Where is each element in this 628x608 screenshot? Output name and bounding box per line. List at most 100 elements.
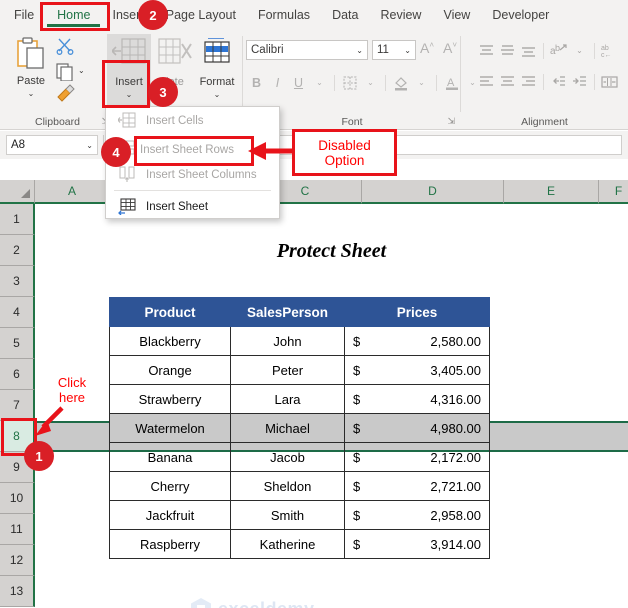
increase-indent-button[interactable]	[569, 72, 590, 92]
cell-price[interactable]: $ 3,405.00	[344, 355, 490, 385]
paste-button[interactable]: Paste ⌄	[8, 35, 54, 107]
align-bottom-button[interactable]	[518, 41, 539, 61]
orientation-chevron-down-icon[interactable]: ⌄	[569, 40, 590, 61]
align-top-button[interactable]	[476, 41, 497, 61]
cell-product[interactable]: Banana	[109, 442, 231, 472]
align-middle-button[interactable]	[497, 41, 518, 61]
cell-salesperson[interactable]: Katherine	[230, 529, 345, 559]
cell-salesperson[interactable]: Michael	[230, 413, 345, 443]
increase-font-size-button[interactable]: A˄	[420, 40, 434, 56]
cell-salesperson[interactable]: Sheldon	[230, 471, 345, 501]
cell-salesperson[interactable]: Smith	[230, 500, 345, 530]
scissors-icon[interactable]	[56, 37, 74, 55]
cell-salesperson[interactable]: John	[230, 326, 345, 356]
row-header-2[interactable]: 2	[0, 235, 35, 266]
tab-data[interactable]: Data	[321, 0, 369, 30]
tab-developer[interactable]: Developer	[481, 0, 560, 30]
tab-formulas[interactable]: Formulas	[247, 0, 321, 30]
divider	[436, 74, 437, 91]
badge-number: 2	[149, 7, 157, 23]
table-row-selected[interactable]: Watermelon Michael $ 4,980.00	[109, 413, 490, 443]
bold-button[interactable]: B	[246, 72, 267, 93]
cell-product[interactable]: Raspberry	[109, 529, 231, 559]
row-header-4[interactable]: 4	[0, 297, 35, 328]
table-row[interactable]: Raspberry Katherine $ 3,914.00	[109, 529, 490, 559]
table-row[interactable]: Jackfruit Smith $ 2,958.00	[109, 500, 490, 530]
merge-center-button[interactable]	[599, 72, 620, 92]
font-name-select[interactable]: Calibri ⌄	[246, 40, 368, 60]
name-box[interactable]: A8 ⌄	[6, 135, 98, 155]
font-color-button[interactable]: A	[441, 72, 462, 93]
cell-product[interactable]: Watermelon	[109, 413, 231, 443]
align-right-button[interactable]	[518, 72, 539, 92]
align-center-button[interactable]	[497, 72, 518, 92]
row-header-5[interactable]: 5	[0, 328, 35, 359]
cell-product[interactable]: Cherry	[109, 471, 231, 501]
cell-product[interactable]: Orange	[109, 355, 231, 385]
column-header-f[interactable]: F	[599, 180, 628, 204]
cell-product[interactable]: Blackberry	[109, 326, 231, 356]
row-header-13[interactable]: 13	[0, 576, 35, 607]
menu-divider	[114, 190, 271, 191]
table-row[interactable]: Blackberry John $ 2,580.00	[109, 326, 490, 356]
name-box-chevron-down-icon[interactable]: ⌄	[86, 141, 93, 150]
cell-price[interactable]: $ 4,316.00	[344, 384, 490, 414]
row-header-3[interactable]: 3	[0, 266, 35, 297]
sheet-title: Protect Sheet	[276, 240, 387, 262]
table-row[interactable]: Banana Jacob $ 2,172.00	[109, 442, 490, 472]
borders-chevron-down-icon[interactable]: ⌄	[360, 72, 381, 93]
fill-color-chevron-down-icon[interactable]: ⌄	[411, 72, 432, 93]
select-all-corner[interactable]	[0, 180, 35, 204]
column-header-d[interactable]: D	[362, 180, 504, 204]
format-chevron-down-icon[interactable]: ⌄	[195, 90, 239, 99]
decrease-font-size-button[interactable]: A˅	[443, 40, 457, 56]
menu-item-insert-sheet[interactable]: Insert Sheet	[106, 193, 279, 220]
orientation-button[interactable]: a b	[548, 41, 569, 61]
italic-button[interactable]: I	[267, 72, 288, 93]
menu-item-insert-cells[interactable]: Insert Cells	[106, 107, 279, 134]
cell-price[interactable]: $ 3,914.00	[344, 529, 490, 559]
row-header-1[interactable]: 1	[0, 204, 35, 235]
row-header-12[interactable]: 12	[0, 545, 35, 576]
fill-color-button[interactable]	[390, 72, 411, 93]
underline-button[interactable]: U	[288, 72, 309, 93]
font-name-value: Calibri	[251, 44, 284, 56]
paste-chevron-down-icon[interactable]: ⌄	[8, 89, 54, 98]
underline-chevron-down-icon[interactable]: ⌄	[309, 72, 330, 93]
font-size-chevron-down-icon[interactable]: ⌄	[404, 46, 411, 55]
table-row[interactable]: Cherry Sheldon $ 2,721.00	[109, 471, 490, 501]
annotation-badge-4: 4	[101, 137, 131, 167]
column-header-a[interactable]: A	[35, 180, 110, 204]
cell-price[interactable]: $ 4,980.00	[344, 413, 490, 443]
font-dialog-launcher-icon[interactable]: ⇲	[447, 116, 455, 127]
tab-page-layout[interactable]: Page Layout	[155, 0, 247, 30]
cell-salesperson[interactable]: Lara	[230, 384, 345, 414]
copy-chevron-down-icon[interactable]: ⌄	[78, 66, 85, 75]
cell-product[interactable]: Jackfruit	[109, 500, 231, 530]
font-size-select[interactable]: 11 ⌄	[372, 40, 416, 60]
row-header-10[interactable]: 10	[0, 483, 35, 514]
tab-view[interactable]: View	[432, 0, 481, 30]
decrease-indent-button[interactable]	[548, 72, 569, 92]
cell-product[interactable]: Strawberry	[109, 384, 231, 414]
format-painter-icon[interactable]	[55, 84, 75, 102]
font-size-value: 11	[377, 44, 389, 56]
cell-salesperson[interactable]: Jacob	[230, 442, 345, 472]
font-name-chevron-down-icon[interactable]: ⌄	[356, 46, 363, 55]
align-left-button[interactable]	[476, 72, 497, 92]
wrap-text-button[interactable]: ab c←	[599, 41, 620, 61]
tab-review[interactable]: Review	[369, 0, 432, 30]
row-header-11[interactable]: 11	[0, 514, 35, 545]
cell-price[interactable]: $ 2,580.00	[344, 326, 490, 356]
cell-price[interactable]: $ 2,721.00	[344, 471, 490, 501]
format-button[interactable]: Format ⌄	[195, 34, 239, 108]
borders-button[interactable]	[339, 72, 360, 93]
column-header-e[interactable]: E	[504, 180, 599, 204]
table-row[interactable]: Strawberry Lara $ 4,316.00	[109, 384, 490, 414]
table-row[interactable]: Orange Peter $ 3,405.00	[109, 355, 490, 385]
row-header-6[interactable]: 6	[0, 359, 35, 390]
cell-price[interactable]: $ 2,172.00	[344, 442, 490, 472]
copy-icon[interactable]	[56, 63, 74, 81]
cell-price[interactable]: $ 2,958.00	[344, 500, 490, 530]
cell-salesperson[interactable]: Peter	[230, 355, 345, 385]
